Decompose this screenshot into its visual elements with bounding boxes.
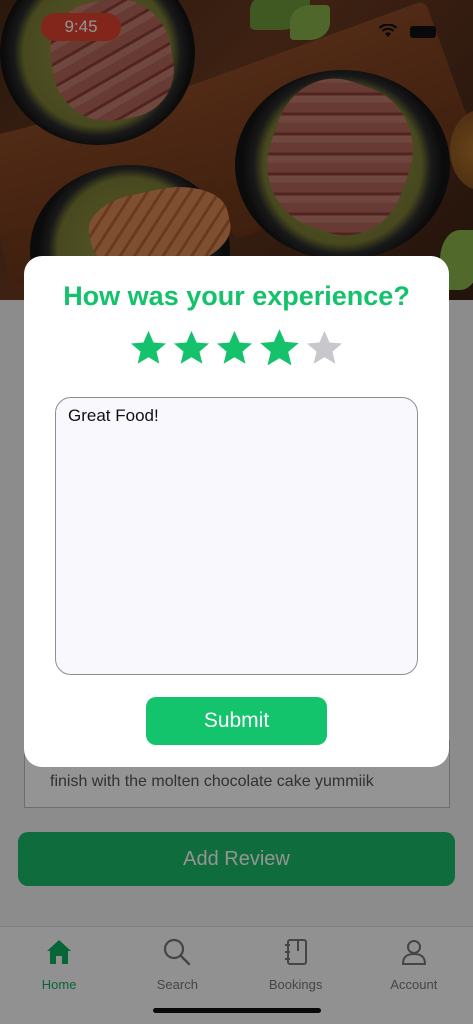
star-rating: [129, 326, 344, 370]
star-icon-3[interactable]: [215, 328, 254, 368]
star-icon-4[interactable]: [258, 326, 301, 370]
review-modal: How was your experience? Great Food! Sub…: [24, 256, 449, 767]
submit-button[interactable]: Submit: [146, 697, 327, 745]
review-text-input[interactable]: Great Food!: [55, 397, 418, 675]
star-icon-1[interactable]: [129, 328, 168, 368]
modal-title: How was your experience?: [63, 281, 410, 311]
star-icon-5[interactable]: [305, 328, 344, 368]
star-icon-2[interactable]: [172, 328, 211, 368]
